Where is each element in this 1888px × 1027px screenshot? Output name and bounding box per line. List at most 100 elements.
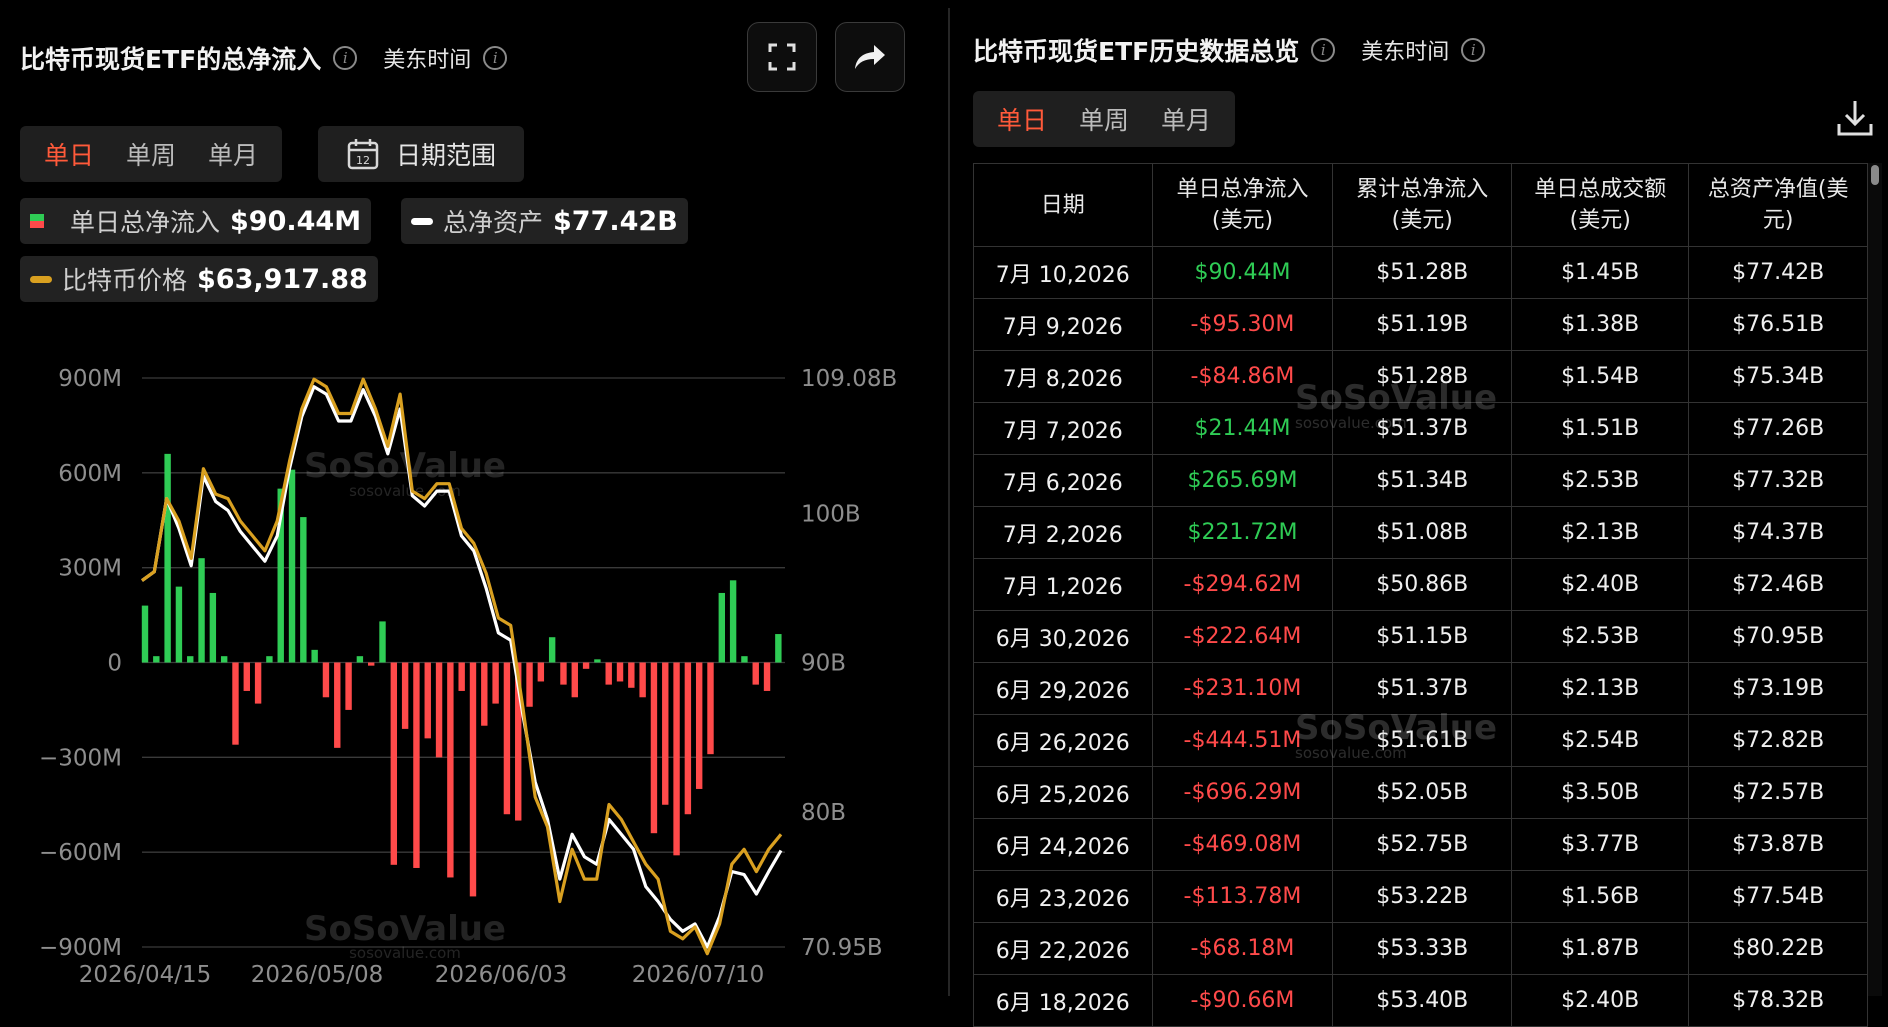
- col-header-net-assets[interactable]: 总资产净值(美 元): [1688, 163, 1868, 247]
- col-header-cumulative-flow[interactable]: 累计总净流入 (美元): [1332, 163, 1513, 247]
- flow-bar[interactable]: [435, 662, 443, 758]
- flow-bar[interactable]: [469, 662, 477, 897]
- col-header-volume[interactable]: 单日总成交额 (美元): [1511, 163, 1690, 247]
- flow-bar[interactable]: [684, 662, 692, 815]
- flow-bar[interactable]: [198, 558, 205, 663]
- flow-bar[interactable]: [367, 662, 375, 666]
- flow-bar[interactable]: [729, 580, 737, 663]
- flow-bar[interactable]: [187, 656, 194, 663]
- flow-bar[interactable]: [164, 453, 171, 663]
- x-tick-label: 2026/05/08: [251, 962, 384, 988]
- table-row[interactable]: 6月 30,2026 -$222.64M $51.15B $2.53B $70.95B: [973, 610, 1868, 663]
- flow-bar[interactable]: [232, 662, 239, 745]
- cell-daily-flow: -$95.30M: [1151, 298, 1334, 351]
- flow-bar[interactable]: [616, 662, 624, 682]
- cell-volume: $2.40B: [1511, 974, 1690, 1027]
- flow-bar[interactable]: [481, 662, 488, 726]
- cell-date: 6月 23,2026: [973, 870, 1153, 923]
- flow-bar[interactable]: [153, 656, 160, 663]
- flow-bar[interactable]: [390, 662, 398, 865]
- cell-cumulative-flow: $50.86B: [1332, 558, 1513, 611]
- cell-volume: $2.53B: [1511, 610, 1690, 663]
- flow-bar[interactable]: [254, 662, 262, 704]
- flow-bar[interactable]: [718, 592, 726, 663]
- flow-bar[interactable]: [594, 659, 601, 663]
- table-row[interactable]: 6月 18,2026 -$90.66M $53.40B $2.40B $78.32B: [973, 974, 1868, 1027]
- flow-bar[interactable]: [401, 662, 409, 729]
- flow-bar[interactable]: [503, 662, 511, 815]
- flow-bar[interactable]: [775, 634, 782, 663]
- flow-bar[interactable]: [582, 662, 590, 669]
- flow-bar[interactable]: [141, 605, 149, 663]
- flow-bar[interactable]: [537, 662, 545, 682]
- col-header-date[interactable]: 日期: [973, 163, 1153, 247]
- flow-bar[interactable]: [492, 662, 499, 704]
- info-icon[interactable]: i: [1311, 38, 1336, 62]
- flow-bar[interactable]: [379, 621, 386, 663]
- flow-bar[interactable]: [322, 662, 330, 698]
- y-left-tick-label: 900M: [58, 366, 122, 392]
- download-button[interactable]: [1836, 98, 1874, 142]
- table-row[interactable]: 6月 29,2026 -$231.10M $51.37B $2.13B $73.19B: [973, 662, 1868, 715]
- cell-net-assets: $80.22B: [1688, 922, 1868, 975]
- flow-bar[interactable]: [560, 662, 567, 685]
- table-row[interactable]: 6月 22,2026 -$68.18M $53.33B $1.87B $80.22B: [973, 922, 1868, 975]
- flow-bar[interactable]: [548, 637, 556, 663]
- table-row[interactable]: 6月 25,2026 -$696.29M $52.05B $3.50B $72.57B: [973, 766, 1868, 819]
- flow-bar[interactable]: [571, 662, 578, 698]
- flow-bar[interactable]: [628, 662, 635, 688]
- flow-bar[interactable]: [650, 662, 658, 834]
- flow-bar[interactable]: [266, 656, 273, 663]
- flow-bar[interactable]: [662, 662, 669, 805]
- flow-bar[interactable]: [458, 662, 465, 691]
- table-row[interactable]: 7月 10,2026 $90.44M $51.28B $1.45B $77.42B: [973, 246, 1868, 299]
- cell-date: 6月 29,2026: [973, 662, 1153, 715]
- table-row[interactable]: 6月 23,2026 -$113.78M $53.22B $1.56B $77.54B: [973, 870, 1868, 923]
- cell-date: 6月 25,2026: [973, 766, 1153, 819]
- flow-bar[interactable]: [707, 662, 714, 755]
- cell-volume: $1.87B: [1511, 922, 1690, 975]
- table-row[interactable]: 7月 2,2026 $221.72M $51.08B $2.13B $74.37B: [973, 506, 1868, 559]
- flow-bar[interactable]: [175, 586, 183, 663]
- flow-bar[interactable]: [673, 662, 680, 856]
- table-scrollbar[interactable]: [1868, 163, 1882, 996]
- flow-bar[interactable]: [345, 662, 352, 710]
- flow-bar[interactable]: [220, 656, 228, 663]
- table-row[interactable]: 7月 1,2026 -$294.62M $50.86B $2.40B $72.46B: [973, 558, 1868, 611]
- cell-daily-flow: -$90.66M: [1151, 974, 1334, 1027]
- flow-bar[interactable]: [356, 656, 364, 663]
- flow-bar[interactable]: [243, 662, 250, 691]
- flow-bar[interactable]: [639, 662, 646, 698]
- tab-daily[interactable]: 单日: [981, 101, 1063, 137]
- flow-bar[interactable]: [311, 649, 318, 663]
- table-row[interactable]: 6月 24,2026 -$469.08M $52.75B $3.77B $73.87B: [973, 818, 1868, 871]
- table-watermark: SoSoValue sosovalue.com: [1295, 708, 1498, 762]
- tab-monthly[interactable]: 单月: [1145, 101, 1227, 137]
- flow-bar[interactable]: [334, 662, 341, 748]
- y-left-tick-label: −300M: [39, 745, 122, 771]
- flow-bar[interactable]: [741, 656, 748, 663]
- flow-chart[interactable]: SoSoValue sosovalue.com SoSoValue sosova…: [0, 0, 948, 996]
- flow-bar[interactable]: [695, 662, 703, 789]
- watermark-brand: SoSoValue: [304, 909, 506, 949]
- tab-weekly[interactable]: 单周: [1063, 101, 1145, 137]
- flow-bar[interactable]: [526, 662, 533, 707]
- cell-volume: $1.51B: [1511, 402, 1690, 455]
- table-scrollbar-thumb[interactable]: [1871, 165, 1879, 185]
- flow-bar[interactable]: [752, 662, 759, 685]
- col-header-daily-flow[interactable]: 单日总净流入 (美元): [1151, 163, 1334, 247]
- y-left-tick-label: 300M: [58, 556, 122, 582]
- flow-bar[interactable]: [424, 662, 431, 739]
- flow-bar[interactable]: [209, 592, 217, 663]
- flow-bar[interactable]: [288, 469, 296, 663]
- cell-cumulative-flow: $51.28B: [1332, 246, 1513, 299]
- cell-net-assets: $72.82B: [1688, 714, 1868, 767]
- info-icon[interactable]: i: [1461, 38, 1486, 62]
- flow-bar[interactable]: [763, 662, 771, 691]
- flow-bar[interactable]: [447, 662, 454, 878]
- flow-bar[interactable]: [300, 517, 307, 663]
- table-row[interactable]: 7月 9,2026 -$95.30M $51.19B $1.38B $76.51B: [973, 298, 1868, 351]
- table-row[interactable]: 7月 6,2026 $265.69M $51.34B $2.53B $77.32B: [973, 454, 1868, 507]
- flow-bar[interactable]: [413, 662, 420, 868]
- flow-bar[interactable]: [605, 662, 612, 685]
